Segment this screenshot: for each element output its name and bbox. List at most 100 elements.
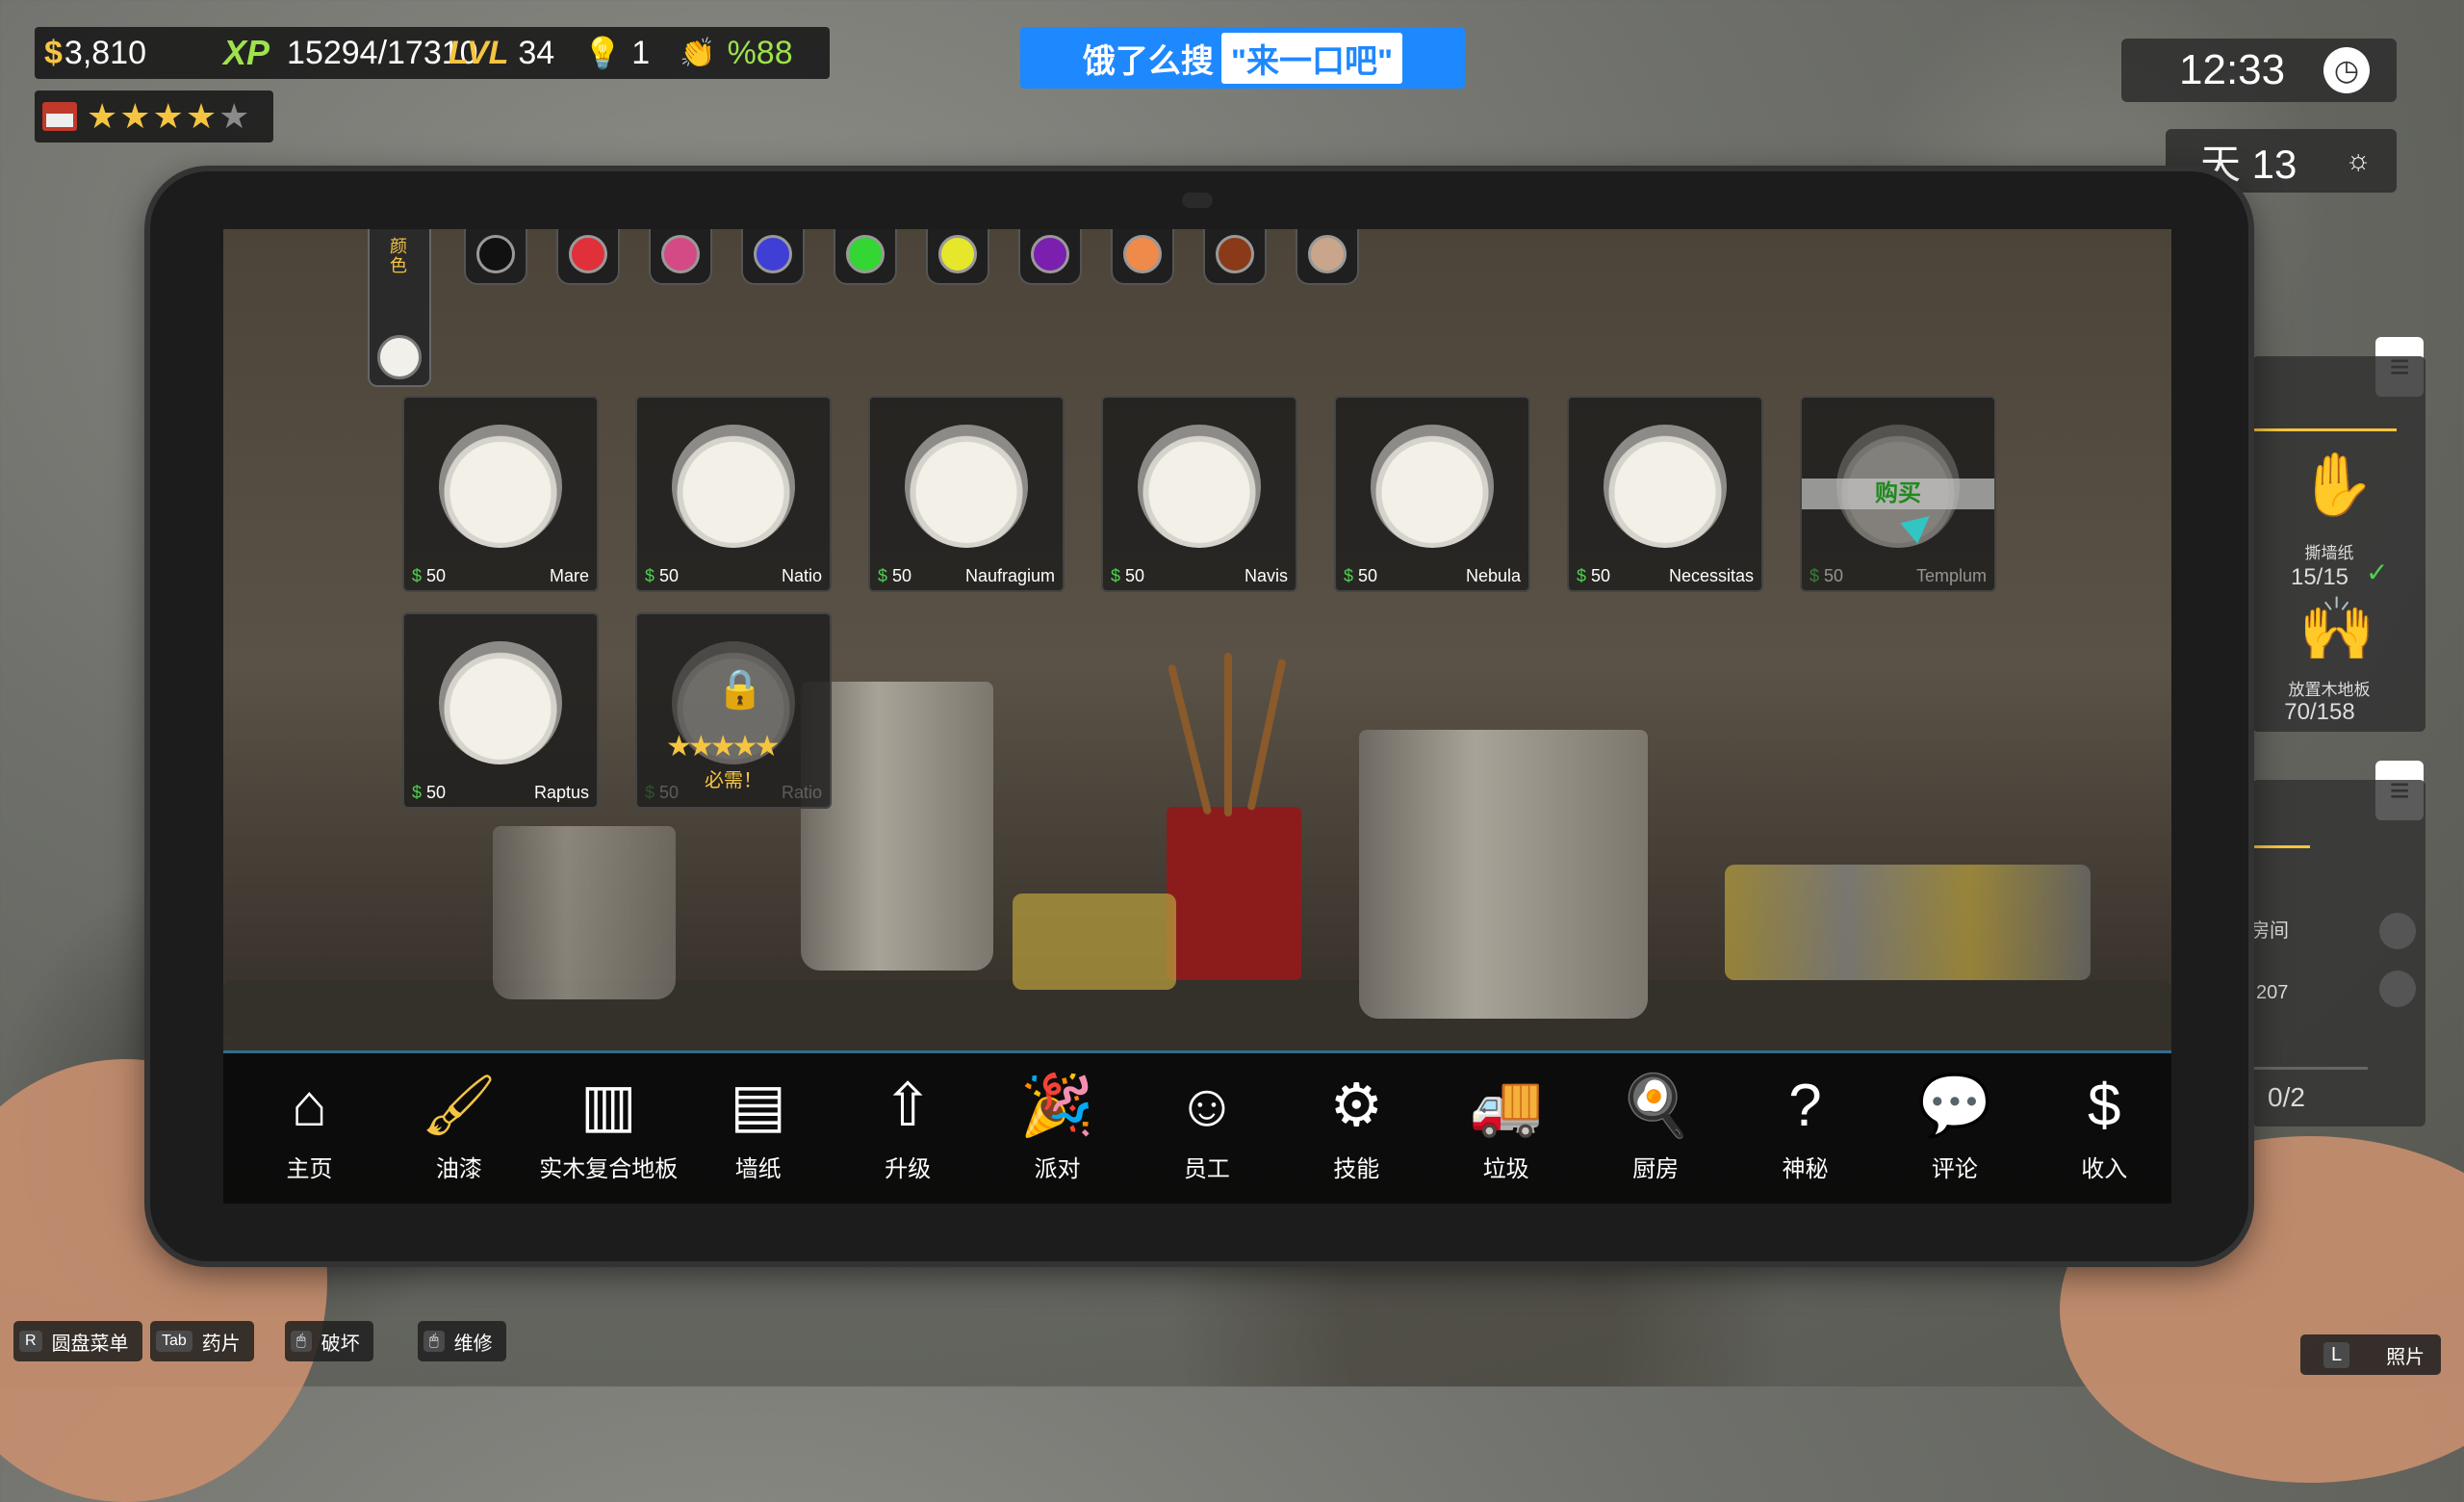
- trash-truck-icon: 🚚: [1469, 1073, 1544, 1139]
- paint-price: $ 50: [1577, 566, 1610, 586]
- room-toggle-2[interactable]: [2379, 971, 2416, 1007]
- color-swatch[interactable]: [1018, 229, 1082, 285]
- paint-price-value: 50: [426, 566, 447, 585]
- nav-label: 员工: [1183, 1156, 1230, 1182]
- paint-card[interactable]: $ 50 Navis: [1101, 396, 1297, 592]
- bottom-nav: ⌂ 主页 🖌 油漆 ▥ 实木复合地板 ▤ 墙纸 ⇧ 升级 🎉 派对 ☺ 员工 ⚙ 技能 🚚 垃圾 🍳 厨房? 神秘 💬 评论…: [223, 1050, 2171, 1204]
- photo-hotkey[interactable]: L 照片: [2300, 1334, 2441, 1375]
- dollar-icon: $: [1111, 566, 1121, 585]
- stats-bar: $3,810 XP 15294/17310 LVL 34 💡 1 👏 %88: [35, 27, 830, 79]
- task1-label: 撕墙纸: [2304, 544, 2354, 562]
- paint-can: [1371, 425, 1494, 548]
- buy-button[interactable]: 购买: [1802, 479, 1994, 509]
- paint-can: [1138, 425, 1261, 548]
- task2-value: 70/158: [2284, 699, 2355, 725]
- color-swatch[interactable]: [556, 229, 620, 285]
- income-icon: $: [2088, 1073, 2121, 1139]
- photo-label: 照片: [2386, 1346, 2426, 1368]
- upgrade-icon: ⇧: [883, 1073, 934, 1139]
- photo-key: L: [2323, 1341, 2350, 1368]
- nav-item[interactable]: 🚚 垃圾: [1431, 1053, 1580, 1204]
- nav-label: 评论: [1931, 1156, 1978, 1182]
- nav-item[interactable]: 💬 评论: [1880, 1053, 2029, 1204]
- nav-item[interactable]: ▤ 墙纸: [683, 1053, 833, 1204]
- background-jars: [1725, 865, 2091, 980]
- paint-price-value: 50: [1824, 566, 1844, 585]
- hotkey-key: 🖱: [424, 1331, 445, 1352]
- paint-name: Raptus: [533, 783, 589, 802]
- star-icon: ★: [185, 96, 218, 136]
- nav-label: 主页: [286, 1156, 333, 1182]
- paint-price: $ 50: [878, 566, 911, 586]
- hotkey-hint[interactable]: R 圆盘菜单: [13, 1321, 142, 1361]
- paint-price: $ 50: [1344, 566, 1377, 586]
- swatch-color: [938, 235, 977, 273]
- tablet-screen: 颜色 $ 50 Mare $ 50 Natio $ 50 Naufragium $ 50 Na…: [223, 229, 2171, 1204]
- nav-label: 神秘: [1782, 1156, 1829, 1182]
- nav-item[interactable]: ⌂ 主页: [235, 1053, 384, 1204]
- lock-icon: 🔒: [716, 668, 764, 711]
- paint-card[interactable]: $ 50 Raptus: [402, 612, 599, 809]
- nav-item[interactable]: 🍳 厨房: [1581, 1053, 1731, 1204]
- clock-panel: 12:33 ◷: [2121, 39, 2397, 102]
- staff-icon: ☺: [1176, 1073, 1238, 1139]
- paint-price-value: 50: [659, 566, 680, 585]
- background-red-pot: [1167, 807, 1301, 980]
- paint-card[interactable]: $ 50 Templum 购买: [1800, 396, 1996, 592]
- ad-banner[interactable]: 饿了么搜 "来一口吧": [1020, 27, 1465, 89]
- color-swatch[interactable]: [649, 229, 712, 285]
- nav-item[interactable]: ⇧ 升级: [834, 1053, 983, 1204]
- kitchen-icon: 🍳: [1618, 1073, 1693, 1139]
- paint-card[interactable]: $ 50 Necessitas: [1567, 396, 1763, 592]
- room-number: 207: [2256, 982, 2289, 1003]
- swatch-color: [754, 235, 792, 273]
- paint-price-value: 50: [1358, 566, 1378, 585]
- paint-card[interactable]: $ 50 Natio: [635, 396, 832, 592]
- paint-can: [905, 425, 1028, 548]
- color-swatch[interactable]: [1296, 229, 1359, 285]
- required-stars: ★★★★★: [666, 731, 781, 763]
- required-label: 必需！: [705, 770, 762, 791]
- background-brush: [1224, 653, 1232, 816]
- swatch-color: [1031, 235, 1069, 273]
- color-swatch[interactable]: [1111, 229, 1174, 285]
- nav-label: 收入: [2081, 1156, 2128, 1182]
- hotkey-hint[interactable]: Tab 药片: [150, 1321, 254, 1361]
- tear-wallpaper-icon: ✋: [2298, 450, 2375, 519]
- color-swatch[interactable]: [741, 229, 805, 285]
- swatch-color: [661, 235, 700, 273]
- paint-card[interactable]: $ 50 Mare: [402, 396, 599, 592]
- nav-item[interactable]: ⚙ 技能: [1282, 1053, 1431, 1204]
- nav-item[interactable]: ▥ 实木复合地板: [534, 1053, 683, 1204]
- hotkey-label: 圆盘菜单: [51, 1333, 129, 1355]
- nav-item[interactable]: 🖌 油漆: [384, 1053, 533, 1204]
- lightbulb-icon: 💡: [583, 36, 623, 70]
- place-floor-icon: 🙌: [2298, 594, 2375, 663]
- color-picker-label: 颜色: [390, 237, 407, 275]
- nav-item[interactable]: ? 神秘: [1731, 1053, 1880, 1204]
- hotkey-label: 破坏: [321, 1333, 360, 1355]
- paint-card[interactable]: $ 50 Ratio 🔒 ★★★★★ 必需！: [635, 612, 832, 809]
- room-panel: 房间 207 0/2: [2250, 780, 2426, 1126]
- nav-item[interactable]: ☺ 员工: [1132, 1053, 1281, 1204]
- hotkey-hint[interactable]: 🖱 维修: [418, 1321, 506, 1361]
- star-icon: ★: [119, 96, 151, 136]
- task2-label: 放置木地板: [2288, 681, 2371, 699]
- nav-item[interactable]: $ 收入: [2030, 1053, 2171, 1204]
- ideas-value: 1: [631, 34, 651, 71]
- paint-name: Natio: [781, 566, 822, 585]
- dollar-icon: $: [878, 566, 888, 585]
- paint-name: Mare: [549, 566, 589, 585]
- color-swatch[interactable]: [1203, 229, 1267, 285]
- color-swatch[interactable]: [926, 229, 989, 285]
- room-toggle[interactable]: [2379, 913, 2416, 949]
- color-swatch[interactable]: [834, 229, 897, 285]
- hotkey-hint[interactable]: 🖱 破坏: [285, 1321, 373, 1361]
- color-picker-slot[interactable]: 颜色: [368, 229, 431, 387]
- check-icon: ✓: [2366, 557, 2389, 587]
- nav-item[interactable]: 🎉 派对: [983, 1053, 1132, 1204]
- paint-card[interactable]: $ 50 Nebula: [1334, 396, 1530, 592]
- dollar-icon: $: [1344, 566, 1354, 585]
- paint-card[interactable]: $ 50 Naufragium: [868, 396, 1065, 592]
- color-swatch[interactable]: [464, 229, 527, 285]
